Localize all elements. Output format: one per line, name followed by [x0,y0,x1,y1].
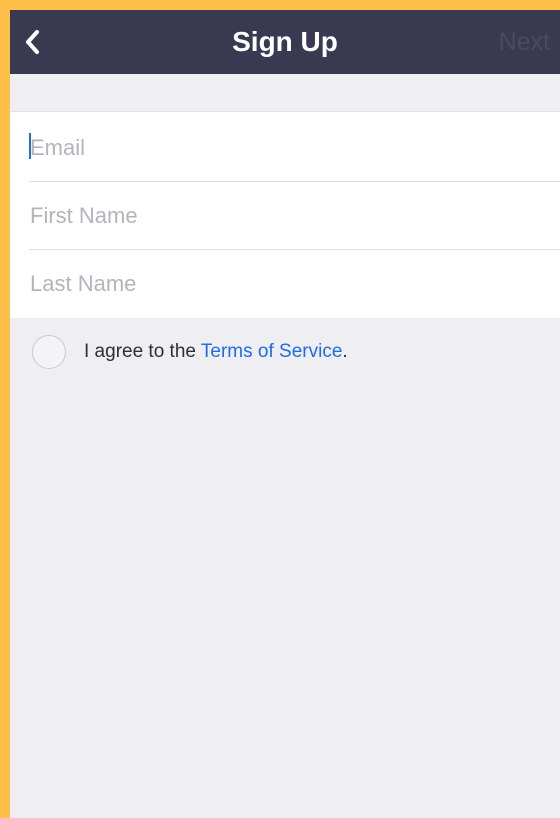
terms-text: I agree to the Terms of Service. [84,341,348,363]
email-input[interactable] [29,135,560,161]
terms-agreement-row: I agree to the Terms of Service. [32,334,348,370]
sign-up-form [10,111,560,318]
terms-prefix: I agree to the [84,341,201,362]
first-name-field-row [29,182,560,250]
terms-checkbox[interactable] [32,335,66,369]
page-title: Sign Up [232,26,338,57]
last-name-input[interactable] [29,271,560,297]
terms-suffix: . [342,341,348,362]
first-name-input[interactable] [29,203,560,229]
text-cursor [29,133,31,159]
navigation-bar: Sign Up Next [10,10,560,74]
email-field-row [29,114,560,182]
sign-up-screen: Sign Up Next I agree to the Terms of Ser… [10,10,560,818]
last-name-field-row [29,250,560,318]
next-button[interactable]: Next [499,10,550,74]
terms-of-service-link[interactable]: Terms of Service [201,341,342,362]
